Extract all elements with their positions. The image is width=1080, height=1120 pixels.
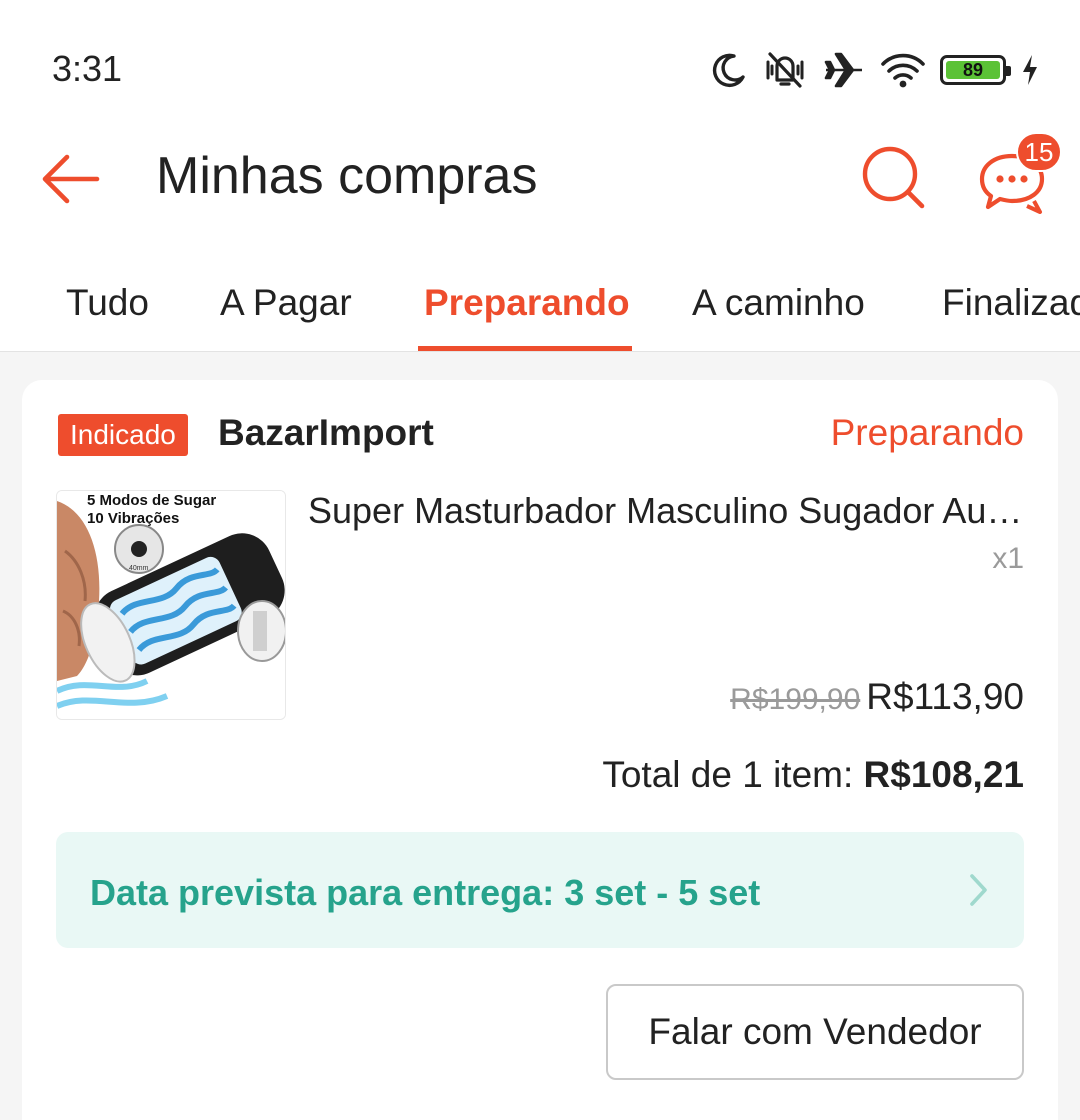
recommended-badge: Indicado — [58, 414, 188, 456]
wifi-icon — [881, 53, 925, 88]
screen: 3:31 89 Minhas compras 15 Tudo A Pagar P… — [0, 0, 1080, 1120]
price-row: R$199,90 R$113,90 — [730, 676, 1024, 718]
image-size-label: 40mm — [129, 565, 149, 572]
shop-name[interactable]: BazarImport — [218, 412, 434, 454]
vibrate-off-icon — [766, 52, 804, 88]
product-name[interactable]: Super Masturbador Masculino Sugador Auto… — [308, 490, 1024, 532]
battery-icon: 89 — [940, 55, 1011, 85]
tab-tudo[interactable]: Tudo — [66, 282, 149, 324]
back-button[interactable] — [34, 144, 104, 214]
product-illustration: 5 Modos de Sugar 10 Vibrações 40mm — [57, 491, 285, 719]
status-icons: 89 — [710, 48, 1040, 92]
tab-preparando[interactable]: Preparando — [424, 282, 630, 324]
battery-level: 89 — [946, 60, 1000, 80]
battery-cap — [1006, 66, 1011, 76]
order-status: Preparando — [830, 412, 1024, 453]
tab-a-caminho[interactable]: A caminho — [692, 282, 865, 324]
image-caption-2: 10 Vibrações — [87, 510, 179, 527]
tab-a-pagar[interactable]: A Pagar — [220, 282, 352, 324]
product-image[interactable]: 5 Modos de Sugar 10 Vibrações 40mm — [56, 490, 286, 720]
total-label: Total de 1 item: — [602, 754, 864, 795]
order-card[interactable]: Indicado BazarImport Preparando 5 Modos … — [22, 380, 1058, 1120]
status-bar: 3:31 89 — [0, 0, 1080, 130]
image-caption-1: 5 Modos de Sugar — [87, 492, 216, 509]
order-tabs: Tudo A Pagar Preparando A caminho Finali… — [0, 240, 1080, 352]
status-time: 3:31 — [52, 48, 123, 89]
original-price: R$199,90 — [730, 683, 861, 716]
tab-finalizado[interactable]: Finalizado — [942, 282, 1080, 324]
moon-icon — [712, 53, 745, 87]
arrow-left-icon — [42, 154, 100, 204]
active-tab-indicator — [418, 346, 632, 351]
page-title: Minhas compras — [156, 147, 538, 205]
chevron-right-icon — [970, 874, 987, 906]
discounted-price: R$113,90 — [866, 676, 1024, 717]
search-icon — [862, 146, 925, 209]
total-value: R$108,21 — [863, 754, 1024, 795]
charging-icon — [1023, 55, 1037, 85]
chat-with-seller-button[interactable]: Falar com Vendedor — [606, 984, 1024, 1080]
order-total: Total de 1 item: R$108,21 — [602, 754, 1024, 796]
search-button[interactable] — [858, 142, 930, 214]
chat-unread-badge: 15 — [1016, 132, 1062, 172]
delivery-estimate-row[interactable]: Data prevista para entrega: 3 set - 5 se… — [56, 832, 1024, 948]
airplane-icon — [824, 52, 862, 88]
product-quantity: x1 — [992, 542, 1024, 575]
app-header: Minhas compras — [0, 130, 1080, 240]
delivery-estimate-text: Data prevista para entrega: 3 set - 5 se… — [90, 872, 761, 913]
